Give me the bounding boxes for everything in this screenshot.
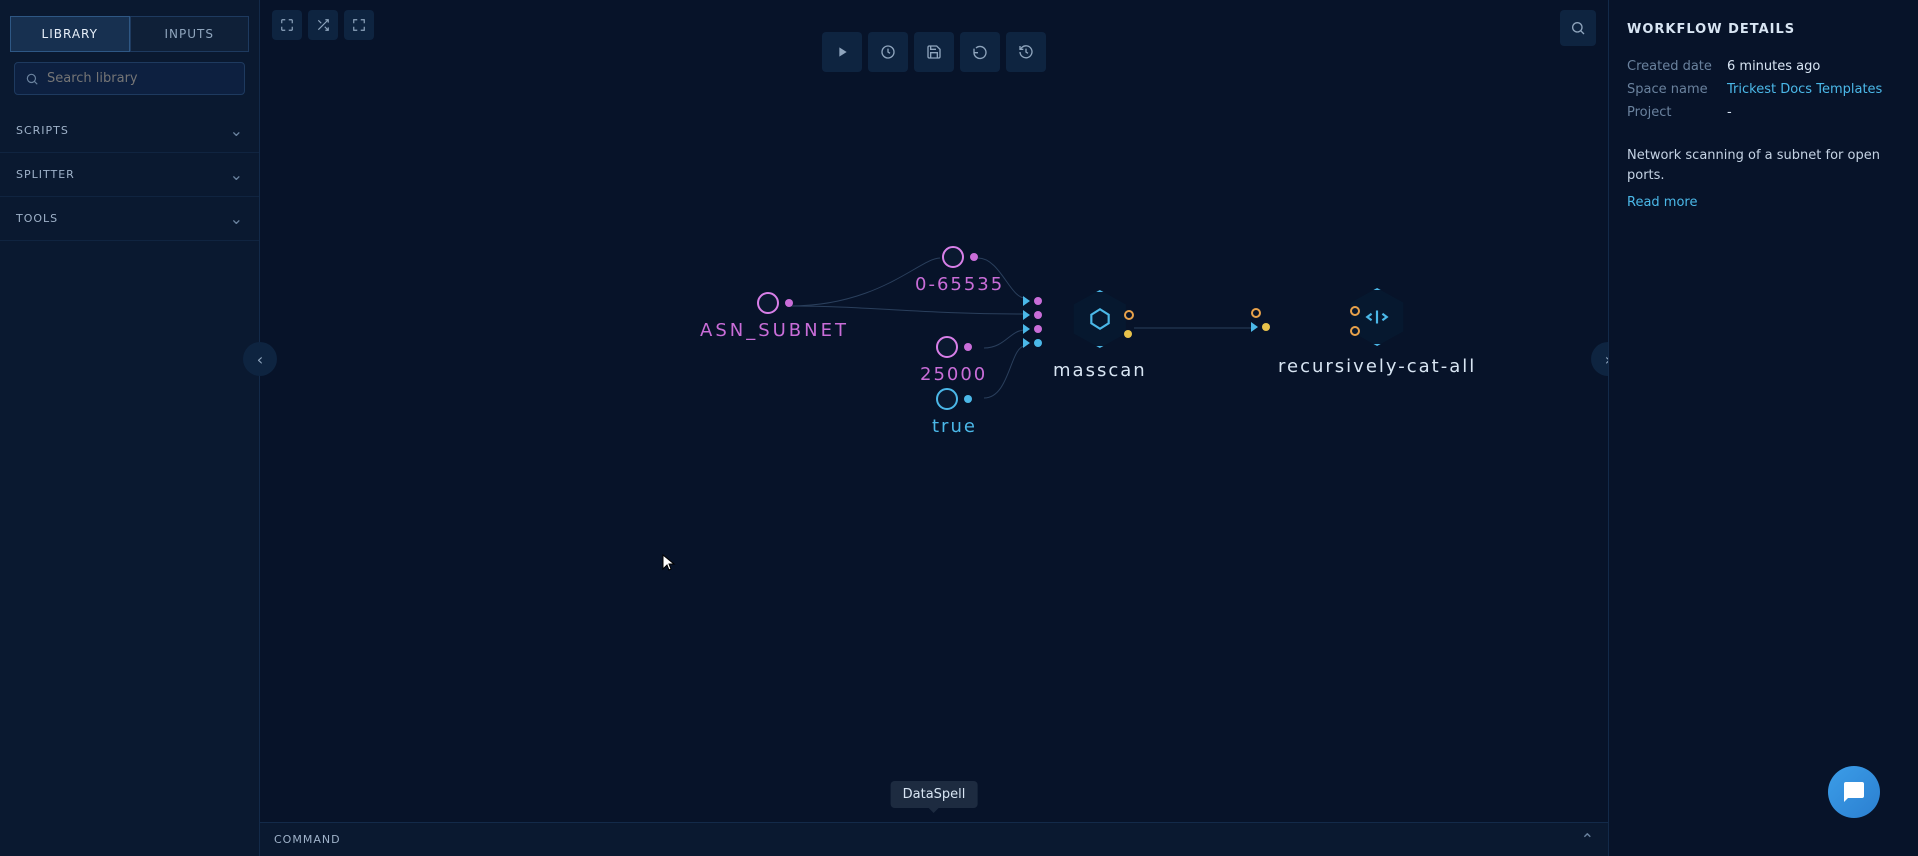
- read-more-link[interactable]: Read more: [1627, 195, 1900, 210]
- masscan-outputs: [1124, 310, 1134, 338]
- workflow-canvas[interactable]: ‹ › ASN_SUBNET 0-65535 25000 true massca…: [260, 0, 1608, 856]
- section-label: SCRIPTS: [16, 124, 69, 137]
- fullscreen-button[interactable]: [272, 10, 302, 40]
- project-value: -: [1727, 105, 1732, 120]
- chevron-down-icon: ⌄: [230, 121, 243, 140]
- output-port[interactable]: [964, 395, 972, 403]
- node-label: 0-65535: [915, 274, 1004, 295]
- section-tools[interactable]: TOOLS ⌄: [0, 197, 259, 241]
- node-label: recursively-cat-all: [1278, 356, 1476, 377]
- recursively-inputs: [1251, 306, 1270, 334]
- section-splitter[interactable]: SPLITTER ⌄: [0, 153, 259, 197]
- input-port[interactable]: [1023, 324, 1030, 334]
- node-label: ASN_SUBNET: [700, 320, 849, 341]
- input-port[interactable]: [1023, 296, 1030, 306]
- search-icon: [1570, 20, 1586, 36]
- node-port-range[interactable]: 0-65535: [915, 246, 1004, 295]
- section-label: TOOLS: [16, 212, 58, 225]
- run-button[interactable]: [822, 32, 862, 72]
- chevron-down-icon: ⌄: [230, 165, 243, 184]
- node-label: masscan: [1053, 360, 1147, 381]
- input-port[interactable]: [1251, 322, 1258, 332]
- space-name-value[interactable]: Trickest Docs Templates: [1727, 82, 1882, 97]
- node-label: true: [932, 416, 977, 437]
- save-button[interactable]: [914, 32, 954, 72]
- search-icon: [25, 72, 39, 86]
- save-icon: [926, 44, 942, 60]
- command-bar[interactable]: COMMAND ⌃: [260, 822, 1608, 856]
- node-asn-subnet[interactable]: ASN_SUBNET: [700, 292, 849, 341]
- schedule-button[interactable]: [868, 32, 908, 72]
- chevron-down-icon: ⌄: [230, 209, 243, 228]
- output-port[interactable]: [970, 253, 978, 261]
- history-icon: [1018, 44, 1034, 60]
- tool-hex-icon: [1071, 290, 1129, 348]
- variable-icon: [942, 246, 964, 268]
- recursively-outputs: [1350, 306, 1360, 336]
- library-search[interactable]: [14, 62, 245, 95]
- chevron-up-icon: ⌃: [1581, 830, 1594, 849]
- chat-icon: [1842, 780, 1866, 804]
- variable-icon: [936, 336, 958, 358]
- tab-library[interactable]: LIBRARY: [10, 16, 130, 52]
- chat-button[interactable]: [1828, 766, 1880, 818]
- history-button[interactable]: [1006, 32, 1046, 72]
- fit-button[interactable]: [344, 10, 374, 40]
- project-label: Project: [1627, 105, 1717, 120]
- tooltip: DataSpell: [891, 781, 978, 808]
- workflow-details-panel: WORKFLOW DETAILS Created date 6 minutes a…: [1608, 0, 1918, 856]
- node-label: 25000: [920, 364, 987, 385]
- created-date-value: 6 minutes ago: [1727, 59, 1820, 74]
- space-name-label: Space name: [1627, 82, 1717, 97]
- section-label: SPLITTER: [16, 168, 75, 181]
- output-port[interactable]: [1350, 326, 1360, 336]
- boolean-icon: [936, 388, 958, 410]
- shuffle-button[interactable]: [308, 10, 338, 40]
- section-scripts[interactable]: SCRIPTS ⌄: [0, 109, 259, 153]
- undo-icon: [972, 44, 988, 60]
- search-input[interactable]: [47, 71, 234, 86]
- command-label: COMMAND: [274, 833, 341, 846]
- node-true[interactable]: true: [932, 388, 977, 437]
- input-port[interactable]: [1251, 308, 1261, 318]
- workflow-description: Network scanning of a subnet for open po…: [1627, 146, 1900, 185]
- clock-icon: [880, 44, 896, 60]
- output-port[interactable]: [1350, 306, 1360, 316]
- node-rate[interactable]: 25000: [920, 336, 987, 385]
- input-port[interactable]: [1023, 338, 1030, 348]
- play-icon: [834, 44, 850, 60]
- variable-icon: [757, 292, 779, 314]
- output-port[interactable]: [1124, 310, 1134, 320]
- masscan-inputs: [1023, 294, 1042, 350]
- created-date-label: Created date: [1627, 59, 1717, 74]
- output-port[interactable]: [964, 343, 972, 351]
- tab-inputs[interactable]: INPUTS: [130, 16, 250, 52]
- output-port[interactable]: [1124, 330, 1132, 338]
- input-port[interactable]: [1023, 310, 1030, 320]
- node-recursively-cat-all[interactable]: recursively-cat-all: [1278, 288, 1476, 377]
- panel-title: WORKFLOW DETAILS: [1627, 22, 1900, 37]
- output-port[interactable]: [785, 299, 793, 307]
- undo-button[interactable]: [960, 32, 1000, 72]
- nav-left-button[interactable]: ‹: [243, 342, 277, 376]
- canvas-search-button[interactable]: [1560, 10, 1596, 46]
